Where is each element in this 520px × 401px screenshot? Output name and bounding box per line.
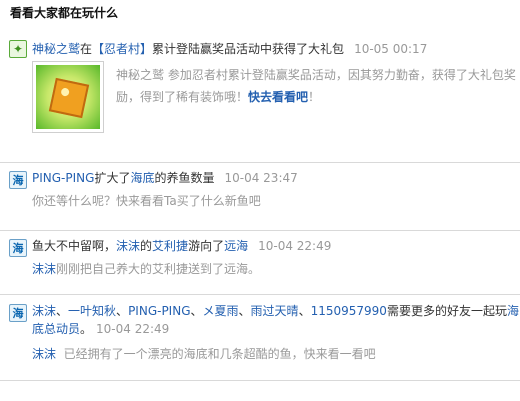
actor-link[interactable]: 神秘之鹫 — [32, 42, 80, 56]
text: 、 — [116, 304, 129, 318]
actor-link[interactable]: 沫沫 — [32, 347, 56, 361]
friend-link[interactable]: PING-PING — [128, 304, 190, 318]
text: 累计登陆赢奖品活动中获得了大礼包 — [152, 42, 345, 56]
sea-app-icon[interactable]: 海 — [9, 171, 27, 189]
timestamp: 10-04 22:49 — [258, 239, 332, 253]
feed-item-headline: 海 沫沫、一叶知秋、PING-PING、メ夏雨、雨过天晴、1150957990需… — [0, 295, 520, 322]
text: 鱼大不中留啊， — [32, 239, 117, 253]
friend-link[interactable]: 雨过天晴 — [251, 304, 299, 318]
app-link[interactable]: 海 — [507, 304, 519, 318]
feed-item: 海 鱼大不中留啊，沫沫的艾利捷游向了远海 10-04 22:49 沫沫刚刚把自己养… — [0, 231, 520, 295]
text: 、 — [238, 304, 251, 318]
friend-link[interactable]: 1150957990 — [311, 304, 387, 318]
feed-item: 海 PING-PING扩大了海底的养鱼数量 10-04 23:47 你还等什么呢？… — [0, 163, 520, 231]
actor-link[interactable]: 沫沫 — [32, 262, 56, 276]
section-title: 看看大家都在玩什么 — [10, 6, 119, 20]
desc-line: 励，得到了稀有装饰哦！ — [116, 90, 249, 104]
text: 扩大了 — [94, 171, 131, 185]
fish-link[interactable]: 艾利捷 — [152, 239, 188, 253]
friend-link[interactable]: 一叶知秋 — [68, 304, 116, 318]
feed-item-detail: 沫沫 已经拥有了一个漂亮的海底和几条超酷的鱼，快来看一看吧 — [0, 338, 520, 364]
app-link[interactable]: 【忍者村】 — [92, 42, 152, 56]
text: ！ — [308, 90, 321, 104]
text: 已经拥有了一个漂亮的海底和几条超酷的鱼，快来看一看吧 — [56, 347, 376, 361]
ninja-village-icon[interactable]: ✦ — [9, 40, 27, 58]
feed-item-detail: 你还等什么呢？快来看看Ta买了什么新鱼吧 — [32, 194, 261, 208]
reward-thumbnail[interactable] — [32, 61, 104, 133]
far-sea-link[interactable]: 远海 — [224, 239, 248, 253]
feed-item-headline: 海 鱼大不中留啊，沫沫的艾利捷游向了远海 10-04 22:49 — [0, 231, 520, 257]
text: 、 — [56, 304, 69, 318]
go-see-link[interactable]: 快去看看吧 — [248, 90, 308, 104]
text: 。 — [80, 322, 93, 336]
friend-link[interactable]: メ夏雨 — [203, 304, 239, 318]
sea-app-icon[interactable]: 海 — [9, 239, 27, 257]
text: 游向了 — [188, 239, 225, 253]
timestamp: 10-04 22:49 — [96, 322, 170, 336]
feed-item-description: 神秘之鹫 参加忍者村累计登陆赢奖品活动，因其努力勤奋，获得了大礼包奖 励，得到了… — [116, 64, 516, 108]
feed-item: ✦ 神秘之鹫在【忍者村】累计登陆赢奖品活动中获得了大礼包 10-05 00:17 … — [0, 36, 520, 163]
timestamp: 10-04 23:47 — [224, 171, 298, 185]
text: 在 — [80, 42, 93, 56]
text: 需要更多的好友一起玩 — [386, 304, 507, 318]
actor-link[interactable]: 沫沫 — [116, 239, 140, 253]
feed-item: 海 沫沫、一叶知秋、PING-PING、メ夏雨、雨过天晴、1150957990需… — [0, 295, 520, 381]
feed-item-headline-cont: 底总动员。 10-04 22:49 — [0, 320, 520, 338]
text: 的 — [140, 239, 153, 253]
app-link[interactable]: 海底 — [130, 171, 154, 185]
feed-item-headline: 海 PING-PING扩大了海底的养鱼数量 10-04 23:47 — [0, 163, 520, 189]
text: 的养鱼数量 — [154, 171, 215, 185]
desc-line: 神秘之鹫 参加忍者村累计登陆赢奖品活动，因其努力勤奋，获得了大礼包奖 — [116, 68, 516, 82]
timestamp: 10-05 00:17 — [354, 42, 428, 56]
feed-item-headline: ✦ 神秘之鹫在【忍者村】累计登陆赢奖品活动中获得了大礼包 10-05 00:17 — [0, 36, 520, 58]
actor-link[interactable]: PING-PING — [32, 171, 94, 185]
text: 刚刚把自己养大的艾利捷送到了远海。 — [56, 262, 261, 276]
app-link[interactable]: 底总动员 — [32, 322, 80, 336]
gift-box-image — [36, 65, 100, 129]
feed-item-detail: 沫沫刚刚把自己养大的艾利捷送到了远海。 — [0, 255, 520, 279]
text: 、 — [190, 304, 203, 318]
friend-link[interactable]: 沫沫 — [32, 304, 56, 318]
activity-feed: ✦ 神秘之鹫在【忍者村】累计登陆赢奖品活动中获得了大礼包 10-05 00:17 … — [0, 36, 520, 381]
text: 、 — [298, 304, 311, 318]
